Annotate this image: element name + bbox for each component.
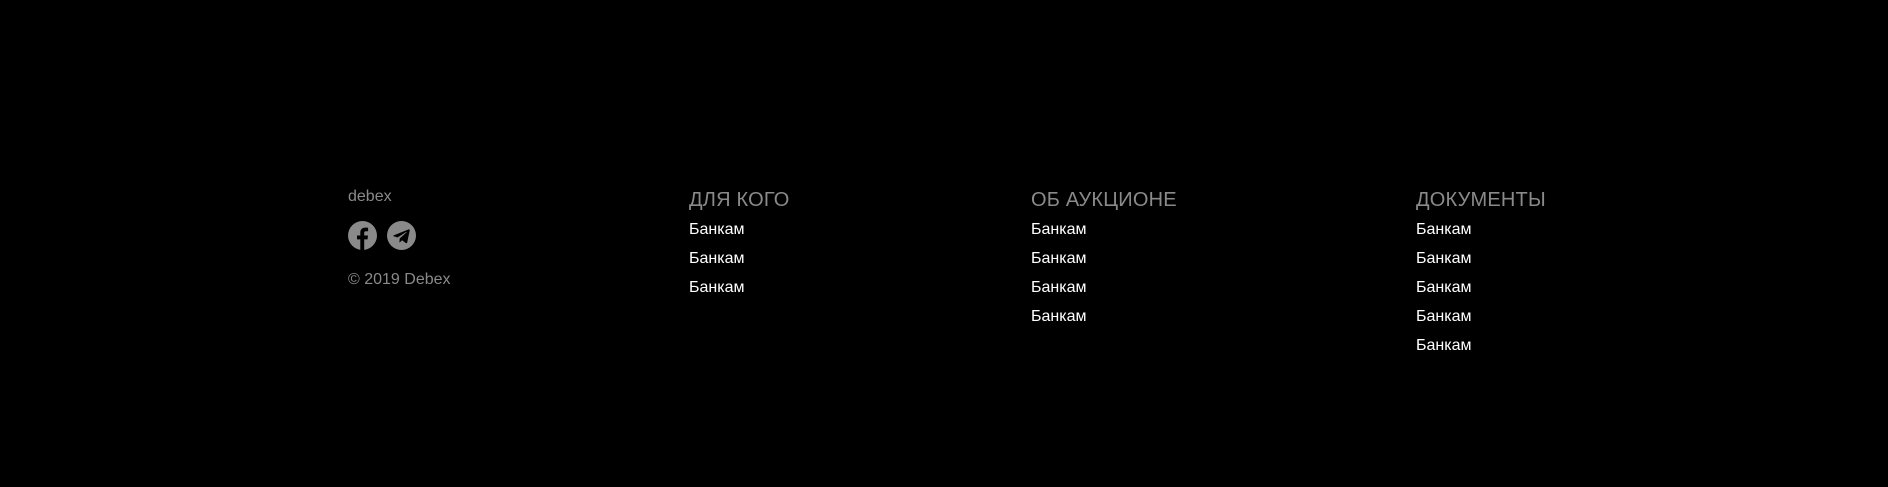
site-footer: debex © 2019 Debex ДЛЯ КОГО Банкам Банка… [0, 0, 1888, 487]
column-links: Банкам Банкам Банкам Банкам Банкам [1416, 220, 1546, 365]
list-item: Банкам [1416, 307, 1546, 336]
footer-column-documents: ДОКУМЕНТЫ Банкам Банкам Банкам Банкам Ба… [1416, 187, 1546, 365]
footer-link[interactable]: Банкам [1416, 221, 1471, 238]
footer-link[interactable]: Банкам [1416, 308, 1471, 325]
footer-link[interactable]: Банкам [1031, 250, 1086, 267]
list-item: Банкам [1416, 249, 1546, 278]
footer-link[interactable]: Банкам [1416, 250, 1471, 267]
list-item: Банкам [1031, 278, 1177, 307]
list-item: Банкам [1031, 307, 1177, 336]
footer-link[interactable]: Банкам [1031, 279, 1086, 296]
list-item: Банкам [1416, 220, 1546, 249]
list-item: Банкам [1031, 220, 1177, 249]
column-links: Банкам Банкам Банкам [689, 220, 790, 307]
footer-brand-name: debex [348, 188, 392, 205]
list-item: Банкам [1416, 336, 1546, 365]
telegram-icon[interactable] [387, 221, 416, 250]
list-item: Банкам [689, 249, 790, 278]
footer-link[interactable]: Банкам [689, 221, 744, 238]
footer-column-for-whom: ДЛЯ КОГО Банкам Банкам Банкам [689, 187, 790, 307]
column-heading: ДОКУМЕНТЫ [1416, 189, 1546, 211]
list-item: Банкам [689, 220, 790, 249]
list-item: Банкам [689, 278, 790, 307]
social-links [348, 221, 608, 251]
list-item: Банкам [1031, 249, 1177, 278]
copyright-text: © 2019 Debex [348, 271, 451, 288]
facebook-icon[interactable] [348, 221, 377, 250]
list-item: Банкам [1416, 278, 1546, 307]
footer-link[interactable]: Банкам [689, 279, 744, 296]
column-links: Банкам Банкам Банкам Банкам [1031, 220, 1177, 336]
footer-column-about-auction: ОБ АУКЦИОНЕ Банкам Банкам Банкам Банкам [1031, 187, 1177, 336]
footer-link[interactable]: Банкам [1416, 279, 1471, 296]
footer-link[interactable]: Банкам [1416, 337, 1471, 354]
column-heading: ДЛЯ КОГО [689, 189, 790, 211]
footer-link[interactable]: Банкам [689, 250, 744, 267]
footer-brand-column: debex © 2019 Debex [348, 187, 608, 290]
footer-link[interactable]: Банкам [1031, 221, 1086, 238]
column-heading: ОБ АУКЦИОНЕ [1031, 189, 1177, 211]
footer-link[interactable]: Банкам [1031, 308, 1086, 325]
